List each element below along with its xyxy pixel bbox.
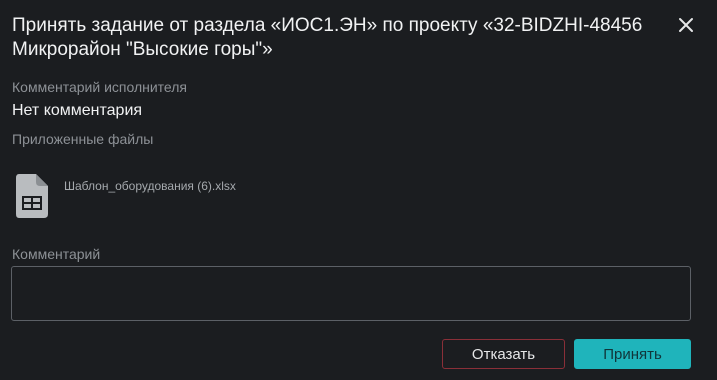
- comment-label: Комментарий: [12, 246, 101, 262]
- attached-file-item[interactable]: Шаблон_оборудования (6).xlsx: [14, 172, 274, 222]
- close-button[interactable]: [675, 14, 697, 36]
- accept-button[interactable]: Принять: [574, 339, 691, 369]
- accept-task-dialog: Принять задание от раздела «ИОС1.ЭН» по …: [0, 0, 717, 380]
- comment-input[interactable]: [11, 266, 691, 321]
- attached-file-name: Шаблон_оборудования (6).xlsx: [64, 179, 236, 193]
- close-icon: [675, 14, 697, 36]
- reject-button[interactable]: Отказать: [442, 339, 565, 369]
- executor-comment-value: Нет комментария: [12, 102, 143, 119]
- dialog-title: Принять задание от раздела «ИОС1.ЭН» по …: [12, 15, 643, 60]
- spreadsheet-file-icon: [14, 172, 50, 225]
- attached-files-label: Приложенные файлы: [12, 131, 154, 147]
- executor-comment-label: Комментарий исполнителя: [12, 79, 187, 95]
